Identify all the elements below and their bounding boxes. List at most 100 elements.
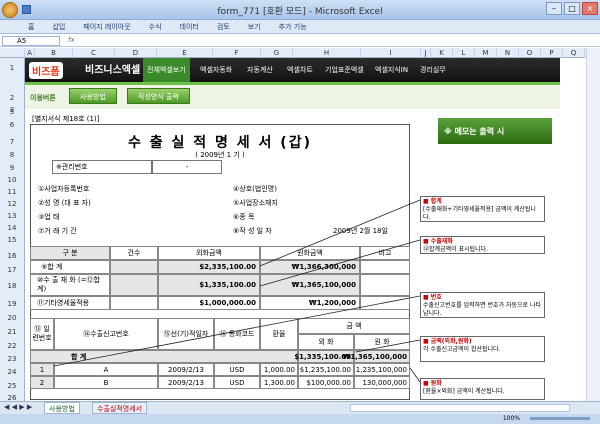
tab-page-layout[interactable]: 페이지 레이아웃 [83,20,130,33]
col-header[interactable]: C [73,48,115,58]
row-currency[interactable]: USD [214,363,260,376]
col-header[interactable]: E [157,48,213,58]
note-title: 번호 [430,294,442,301]
col-header[interactable]: P [541,48,563,58]
nav-excel-knowledge[interactable]: 엑셀지식IN [375,58,408,82]
col-header[interactable]: Q [563,48,585,58]
date-value[interactable]: 2009년 2월 18일 [333,226,388,236]
col-header[interactable]: D [115,48,157,58]
sheet-tab-export[interactable]: 수출실적명세서 [92,402,148,414]
nav-standard-excel[interactable]: 기업표준엑셀 [325,58,364,82]
row-header[interactable]: 19 [0,300,24,308]
total-won[interactable]: ₩1,365,100,000 [343,350,410,363]
row-header[interactable]: 18 [0,282,24,290]
row-header[interactable]: 2 [0,94,24,102]
other-zero-rate-won[interactable]: ₩1,200,000 [260,296,360,310]
bizexcel-logo[interactable]: 비즈니스엑셀 [85,61,140,76]
row-header[interactable]: 23 [0,355,24,363]
sheet-tab-usage[interactable]: 사용방법 [44,402,80,414]
row-header[interactable]: 22 [0,342,24,350]
row-header[interactable]: 14 [0,224,24,232]
row-currency[interactable]: USD [214,376,260,389]
col-header[interactable]: B [35,48,73,58]
tab-home[interactable]: 홈 [28,20,34,33]
sum-row-remark[interactable] [360,260,410,274]
nav-excel-chart[interactable]: 엑셀차트 [287,58,313,82]
row-header[interactable]: 9 [0,164,24,172]
row-fx[interactable]: $100,000.00 [298,376,354,389]
sum-row-fx[interactable]: $2,335,100.00 [158,260,260,274]
row-fx[interactable]: $1,235,100.00 [298,363,354,376]
sum-row-count[interactable] [110,260,158,274]
col-header[interactable]: G [261,48,293,58]
col-header[interactable]: H [293,48,361,58]
row-header[interactable]: 17 [0,266,24,274]
horizontal-scrollbar[interactable] [350,404,570,412]
col-header[interactable]: N [497,48,519,58]
row-header[interactable]: 6 [0,121,24,129]
row-header[interactable]: 8 [0,151,24,159]
tab-review[interactable]: 검토 [217,20,230,33]
row-declaration[interactable]: A [54,363,158,376]
row-rate[interactable]: 1,300.00 [260,376,298,389]
row-header[interactable]: 24 [0,368,24,376]
fx-icon[interactable]: fx [68,36,75,44]
col-header[interactable]: O [519,48,541,58]
nav-excel-automation[interactable]: 엑셀자동화 [200,58,232,82]
row-header[interactable]: 21 [0,328,24,336]
row-header[interactable]: 7 [0,138,24,146]
maximize-button[interactable]: □ [564,2,580,15]
print-form-button[interactable]: 작성양식 출력 [127,88,190,104]
export-goods-won[interactable]: ₩1,365,100,000 [260,274,360,296]
select-all-corner[interactable] [0,48,25,58]
col-header[interactable]: J [421,48,431,58]
row-won[interactable]: 130,000,000 [354,376,410,389]
tab-addins[interactable]: 추가 기능 [279,20,307,33]
name-box[interactable]: A5 [2,36,60,46]
close-button[interactable]: × [582,2,598,15]
zoom-slider[interactable] [530,417,590,420]
row-rate[interactable]: 1,000.00 [260,363,298,376]
col-header[interactable]: K [431,48,453,58]
minimize-button[interactable]: – [546,2,562,15]
other-zero-rate-fx[interactable]: $1,000,000.00 [158,296,260,310]
bizform-logo[interactable]: 비즈폼 [29,62,63,79]
tab-data[interactable]: 데이터 [180,20,199,33]
usage-button[interactable]: 사용방법 [69,88,117,104]
export-goods-count[interactable] [110,274,158,296]
nav-accounting[interactable]: 경리실무 [420,58,446,82]
zoom-level[interactable]: 100% [503,415,520,422]
col-header[interactable]: L [453,48,475,58]
nav-all-excel[interactable]: 전체엑셀보기 [143,58,190,82]
col-header[interactable]: A [25,48,35,58]
tab-formulas[interactable]: 수식 [149,20,162,33]
export-goods-remark[interactable] [360,274,410,296]
mgmt-number-value[interactable]: - [152,160,222,174]
col-header[interactable]: I [361,48,421,58]
tab-view[interactable]: 보기 [248,20,261,33]
row-ship-date[interactable]: 2009/2/13 [158,376,214,389]
vertical-scrollbar[interactable] [586,48,600,401]
row-header[interactable]: 13 [0,212,24,220]
nav-auto-calc[interactable]: 자동계산 [247,58,273,82]
row-ship-date[interactable]: 2009/2/13 [158,363,214,376]
row-header[interactable]: 25 [0,382,24,390]
sum-row-won[interactable]: ₩1,366,300,000 [260,260,360,274]
row-declaration[interactable]: B [54,376,158,389]
other-zero-rate-remark[interactable] [360,296,410,310]
row-header[interactable]: 1 [0,64,24,72]
row-header[interactable]: 12 [0,200,24,208]
row-header[interactable]: 5 [0,108,24,116]
row-header[interactable]: 20 [0,314,24,322]
row-won[interactable]: 1,235,100,000 [354,363,410,376]
sheet-nav-arrows[interactable]: ◀ ◀ ▶ ▶ [4,403,32,411]
col-header[interactable]: M [475,48,497,58]
other-zero-rate-count[interactable] [110,296,158,310]
export-goods-fx[interactable]: $1,335,100.00 [158,274,260,296]
row-header[interactable]: 10 [0,176,24,184]
row-header[interactable]: 16 [0,252,24,260]
tab-insert[interactable]: 삽입 [52,20,65,33]
row-header[interactable]: 15 [0,236,24,244]
col-header[interactable]: F [213,48,261,58]
row-header[interactable]: 11 [0,188,24,196]
